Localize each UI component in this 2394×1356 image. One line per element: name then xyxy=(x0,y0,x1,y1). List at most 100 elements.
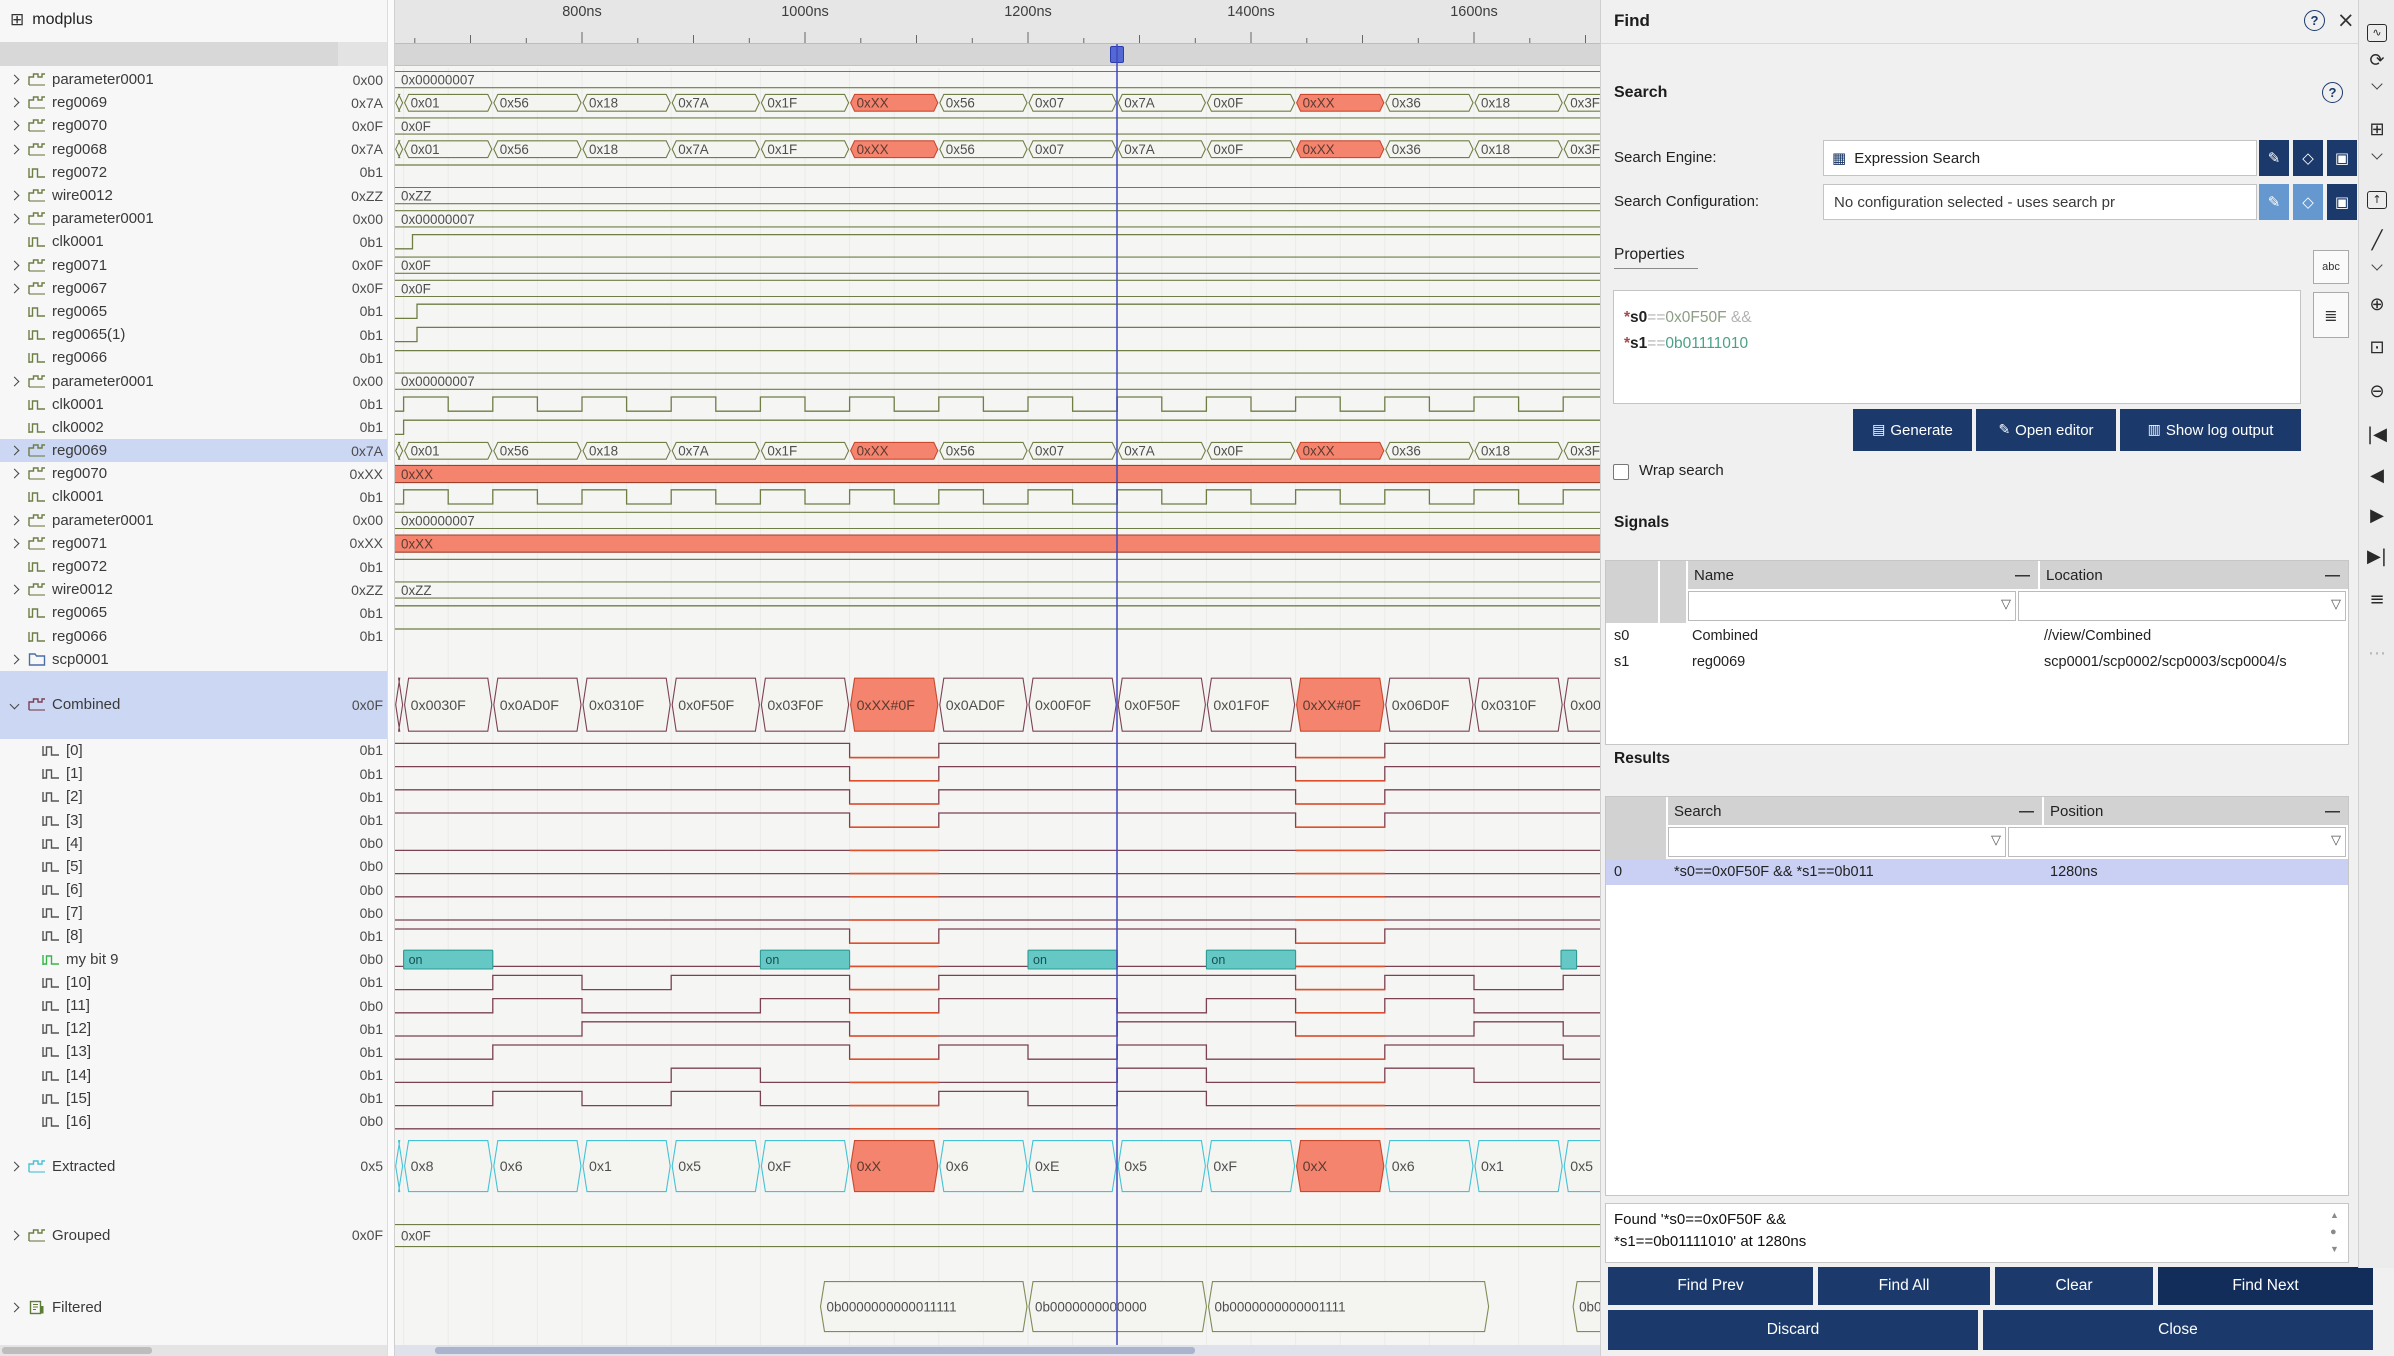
expand-chevron-icon[interactable] xyxy=(8,215,20,222)
expand-chevron-icon[interactable] xyxy=(8,99,20,106)
signal-tree-item-extracted[interactable]: Extracted0x5 xyxy=(0,1133,387,1199)
waveform-row--0-[interactable] xyxy=(395,743,1600,757)
timeline-cursor[interactable] xyxy=(1116,44,1118,1345)
signal-tree-item-parameter0001[interactable]: parameter00010x00 xyxy=(0,68,387,91)
tree-column-header[interactable] xyxy=(0,42,387,66)
expand-chevron-icon[interactable] xyxy=(8,447,20,454)
step-forward-icon[interactable]: ▶ xyxy=(2359,505,2394,526)
edit-config-button[interactable]: ✎ xyxy=(2259,184,2289,220)
waveform-row--8-[interactable] xyxy=(395,929,1600,943)
help-icon[interactable]: ? xyxy=(2304,10,2325,31)
go-to-start-icon[interactable]: |◀ xyxy=(2359,424,2394,445)
search-settings-icon[interactable]: ≡ xyxy=(2359,589,2394,610)
signal-tree-item-reg0071[interactable]: reg00710x0F xyxy=(0,254,387,277)
cursor-track[interactable] xyxy=(395,44,1600,66)
expand-chevron-icon[interactable] xyxy=(8,378,20,385)
filter-funnel-icon[interactable]: ▽ xyxy=(2331,597,2341,612)
waveform-row-grouped[interactable]: 0x0F xyxy=(395,1225,1600,1247)
chevron-down-icon[interactable] xyxy=(2371,148,2382,159)
signals-location-column-header[interactable]: Location— xyxy=(2040,561,2348,589)
show-log-output-button[interactable]: ▥ Show log output xyxy=(2120,409,2301,451)
waveform-row-clk0001[interactable] xyxy=(395,235,1600,249)
signal-tree-item--2-[interactable]: [2]0b1 xyxy=(0,785,387,808)
expand-chevron-icon[interactable] xyxy=(8,1163,20,1170)
waveform-row-reg0065[interactable] xyxy=(395,304,1600,318)
find-next-button[interactable]: Find Next xyxy=(2158,1267,2373,1305)
filter-funnel-icon[interactable]: ▽ xyxy=(1991,833,2001,848)
column-resize-icon[interactable]: — xyxy=(2015,567,2030,584)
name-filter-input[interactable]: ▽ xyxy=(1688,591,2016,621)
expand-chevron-icon[interactable] xyxy=(8,1232,20,1239)
open-editor-button[interactable]: ✎ Open editor xyxy=(1976,409,2116,451)
signal-tree-item-parameter0001[interactable]: parameter00010x00 xyxy=(0,207,387,230)
waveform-row--11-[interactable] xyxy=(395,999,1600,1013)
signal-tree-item-clk0002[interactable]: clk00020b1 xyxy=(0,416,387,439)
signal-tree-item-reg0072[interactable]: reg00720b1 xyxy=(0,555,387,578)
signal-tree-item--5-[interactable]: [5]0b0 xyxy=(0,855,387,878)
filter-funnel-icon[interactable]: ▽ xyxy=(2001,597,2011,612)
waveform-row-reg0069[interactable]: 0x010x560x180x7A0x1F0xXX0x560x070x7A0x0F… xyxy=(396,94,1600,111)
wrap-search-checkbox[interactable] xyxy=(1613,464,1629,480)
waveform-row-filtered[interactable]: 0b00000000000111110b00000000000000b00000… xyxy=(821,1282,1601,1332)
expand-chevron-icon[interactable] xyxy=(8,540,20,547)
signal-tree-item-reg0069[interactable]: reg00690x7A xyxy=(0,91,387,114)
waveform-row-reg0070[interactable]: 0xXX xyxy=(395,465,1600,482)
signal-tree-item--4-[interactable]: [4]0b0 xyxy=(0,832,387,855)
scroll-up-icon[interactable]: ▲ xyxy=(2330,1210,2339,1220)
clear-button[interactable]: Clear xyxy=(1995,1267,2153,1305)
go-to-end-icon[interactable]: ▶| xyxy=(2359,546,2394,567)
signal-tree-item-parameter0001[interactable]: parameter00010x00 xyxy=(0,369,387,392)
signal-tree-item--6-[interactable]: [6]0b0 xyxy=(0,878,387,901)
waveform-row-wire0012[interactable]: 0xZZ xyxy=(395,188,1600,204)
signals-name-column-header[interactable]: Name— xyxy=(1688,561,2038,589)
signal-tree-item-reg0071[interactable]: reg00710xXX xyxy=(0,532,387,555)
waveform-horizontal-scrollbar[interactable] xyxy=(395,1345,1600,1356)
waveform-row-clk0001[interactable] xyxy=(395,490,1600,504)
results-search-column-header[interactable]: Search— xyxy=(1668,797,2042,825)
expand-chevron-icon[interactable] xyxy=(8,76,20,83)
signal-tree-item--14-[interactable]: [14]0b1 xyxy=(0,1064,387,1087)
waveform-row--3-[interactable] xyxy=(395,813,1600,827)
waveform-row-reg0071[interactable]: 0xXX xyxy=(395,535,1600,552)
search-expression-editor[interactable]: *s0==0x0F50F &&*s1==0b01111010 xyxy=(1613,290,2301,404)
signal-tree-item-wire0012[interactable]: wire00120xZZ xyxy=(0,184,387,207)
waveform-row-reg0067[interactable]: 0x0F xyxy=(395,280,1600,296)
expand-chevron-icon[interactable] xyxy=(8,656,20,663)
signal-tree-item-reg0066[interactable]: reg00660b1 xyxy=(0,346,387,369)
zoom-out-icon[interactable]: ⊖ xyxy=(2359,381,2394,402)
find-prev-button[interactable]: Find Prev xyxy=(1608,1267,1813,1305)
position-filter-input[interactable]: ▽ xyxy=(2008,827,2346,857)
signal-tree-item-reg0067[interactable]: reg00670x0F xyxy=(0,277,387,300)
signal-tree-item-clk0001[interactable]: clk00010b1 xyxy=(0,485,387,508)
open-folder-icon[interactable]: ↑ xyxy=(2359,187,2394,209)
expand-chevron-icon[interactable] xyxy=(8,1304,20,1311)
signal-tree-item-combined[interactable]: Combined0x0F xyxy=(0,671,387,739)
signal-tree-item-reg0070[interactable]: reg00700x0F xyxy=(0,114,387,137)
column-resize-icon[interactable]: — xyxy=(2325,803,2340,820)
waveform-row-extracted[interactable]: 0x80x60x10x50xF0xX0x60xE0x50xF0xX0x60x10… xyxy=(396,1141,1600,1192)
sidebar-splitter[interactable] xyxy=(387,0,395,1356)
waveform-row--2-[interactable] xyxy=(395,790,1600,804)
waveform-row-parameter0001[interactable]: 0x00000007 xyxy=(395,512,1600,528)
waveform-row-reg0068[interactable]: 0x010x560x180x7A0x1F0xXX0x560x070x7A0x0F… xyxy=(396,141,1600,158)
abc-toggle-button[interactable]: abc xyxy=(2313,250,2349,284)
expand-chevron-icon[interactable] xyxy=(8,586,20,593)
expand-chevron-icon[interactable] xyxy=(8,470,20,477)
chevron-down-icon[interactable] xyxy=(2371,259,2382,270)
waveform-view-icon[interactable]: ∿ xyxy=(2359,20,2394,42)
signal-tree-item-reg0068[interactable]: reg00680x7A xyxy=(0,138,387,161)
waveform-row-parameter0001[interactable]: 0x00000007 xyxy=(395,211,1600,227)
edit-engine-button[interactable]: ✎ xyxy=(2259,140,2289,176)
signal-tree-item-parameter0001[interactable]: parameter00010x00 xyxy=(0,509,387,532)
waveform-canvas[interactable]: 0x00000007 0x010x560x180x7A0x1F0xXX0x560x… xyxy=(395,68,1600,1345)
ruler-icon[interactable]: ╱ xyxy=(2359,230,2394,251)
clear-config-button[interactable]: ◇ xyxy=(2293,184,2323,220)
signal-tree-item-my-bit-9[interactable]: my bit 90b0 xyxy=(0,948,387,971)
signal-tree-item--12-[interactable]: [12]0b1 xyxy=(0,1017,387,1040)
waveform-row-parameter0001[interactable]: 0x00000007 xyxy=(395,72,1600,88)
waveform-row-wire0012[interactable]: 0xZZ xyxy=(395,582,1600,598)
expand-chevron-icon[interactable] xyxy=(8,122,20,129)
close-button[interactable]: Close xyxy=(1983,1310,2373,1350)
signal-tree-item--3-[interactable]: [3]0b1 xyxy=(0,808,387,831)
clear-engine-button[interactable]: ◇ xyxy=(2293,140,2323,176)
